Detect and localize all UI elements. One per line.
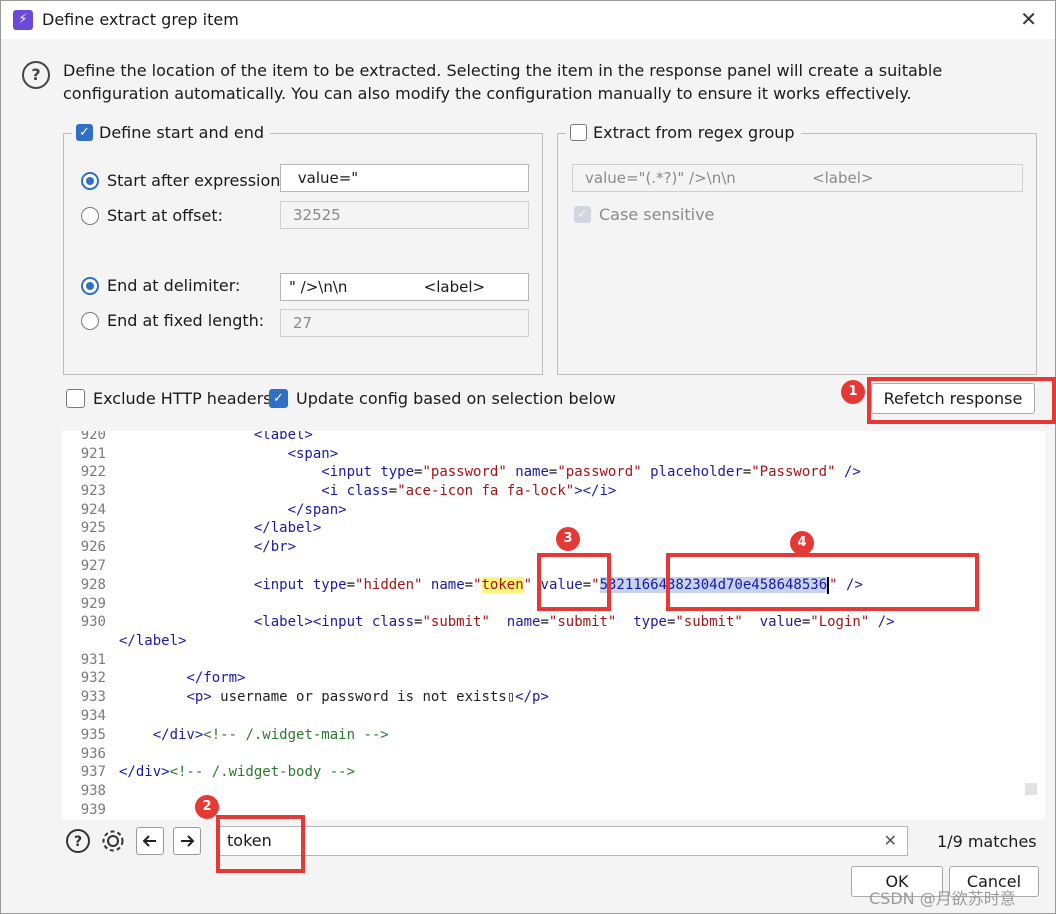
token-match-highlight: token (481, 577, 524, 593)
start-offset-input[interactable]: 32525 (280, 201, 529, 229)
watermark: CSDN @月欲苏时意 (869, 889, 1016, 908)
annotation-box-value (666, 553, 979, 611)
end-delimiter-label: End at delimiter: (107, 276, 241, 295)
scrollbar-thumb[interactable] (1025, 783, 1037, 795)
arrow-right-icon[interactable] (173, 827, 201, 855)
annotation-box-refetch (867, 377, 1056, 424)
update-config-checkbox[interactable]: ✓ (269, 389, 288, 408)
dialog-window: ⚡ Define extract grep item ✕ ? Define th… (0, 0, 1056, 914)
end-fixed-label: End at fixed length: (107, 311, 265, 330)
close-icon[interactable]: ✕ (1020, 7, 1037, 31)
description-text: Define the location of the item to be ex… (63, 61, 943, 103)
match-count: 1/9 matches (937, 832, 1037, 851)
regex-checkbox[interactable] (570, 124, 587, 141)
start-after-radio[interactable] (81, 171, 99, 190)
case-sensitive-option[interactable]: ✓ Case sensitive (574, 205, 714, 224)
exclude-headers-checkbox[interactable] (66, 389, 85, 408)
response-editor[interactable]: 920 <label> 921 <span> 922 <input type="… (62, 431, 1045, 819)
start-end-checkbox[interactable]: ✓ (76, 124, 93, 141)
start-end-label: Define start and end (99, 123, 264, 142)
regex-legend[interactable]: Extract from regex group (566, 123, 801, 142)
arrow-left-icon[interactable] (136, 827, 164, 855)
search-bar: ? token ✕ 1/9 matches (62, 823, 1045, 859)
gear-icon[interactable] (99, 827, 127, 855)
annotation-marker-2: 2 (195, 795, 219, 819)
update-config-option[interactable]: ✓ Update config based on selection below (269, 389, 616, 408)
annotation-box-token (537, 553, 611, 611)
annotation-marker-1: 1 (841, 380, 865, 404)
exclude-headers-label: Exclude HTTP headers (93, 389, 272, 408)
end-fixed-input[interactable]: 27 (280, 309, 529, 337)
burp-app-icon: ⚡ (13, 10, 33, 30)
annotation-marker-4: 4 (790, 531, 814, 555)
case-sensitive-label: Case sensitive (599, 205, 715, 224)
title-bar: ⚡ Define extract grep item ✕ (1, 1, 1055, 39)
update-config-label: Update config based on selection below (296, 389, 616, 408)
annotation-box-search (216, 815, 305, 873)
regex-input[interactable]: value="(.*?)" />\n\n <label> (572, 164, 1023, 192)
search-input[interactable]: token ✕ (218, 826, 908, 856)
annotation-marker-3: 3 (556, 527, 580, 551)
end-fixed-radio[interactable] (81, 311, 99, 330)
start-after-option[interactable]: Start after expression: (81, 171, 286, 190)
regex-label: Extract from regex group (593, 123, 795, 142)
start-offset-option[interactable]: Start at offset: (81, 206, 223, 225)
exclude-headers-option[interactable]: Exclude HTTP headers (66, 389, 272, 408)
help-icon[interactable]: ? (64, 827, 92, 855)
start-offset-radio[interactable] (81, 206, 99, 225)
start-end-legend[interactable]: ✓ Define start and end (72, 123, 270, 142)
clear-search-icon[interactable]: ✕ (884, 827, 897, 855)
end-fixed-option[interactable]: End at fixed length: (81, 311, 264, 330)
window-title: Define extract grep item (42, 10, 239, 29)
start-after-label: Start after expression: (107, 171, 286, 190)
start-after-input[interactable]: value=" (280, 164, 529, 192)
end-delimiter-option[interactable]: End at delimiter: (81, 276, 240, 295)
end-delimiter-input[interactable]: " />\n\n <label> (280, 273, 529, 301)
help-icon[interactable]: ? (22, 61, 50, 89)
start-offset-label: Start at offset: (107, 206, 223, 225)
svg-text:?: ? (74, 834, 82, 850)
case-sensitive-checkbox[interactable]: ✓ (574, 206, 591, 223)
end-delimiter-radio[interactable] (81, 276, 99, 295)
